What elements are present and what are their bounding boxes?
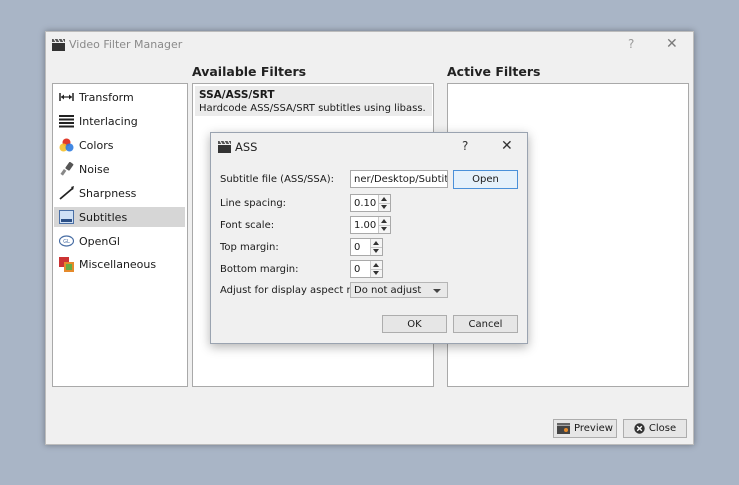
sidebar-item-sharpness[interactable]: Sharpness: [54, 183, 185, 203]
preview-icon: [557, 423, 571, 434]
bottom-margin-value: 0: [354, 263, 361, 275]
subtitle-file-input[interactable]: ner/Desktop/Subtitle.srt: [350, 170, 448, 188]
ass-dialog: ASS ? ✕ Subtitle file (ASS/SSA): ner/Des…: [210, 132, 528, 344]
svg-text:GL: GL: [63, 239, 70, 245]
aspect-ratio-value: Do not adjust: [354, 284, 422, 296]
filter-description: Hardcode ASS/SSA/SRT subtitles using lib…: [199, 103, 426, 114]
opengl-icon: GL: [59, 234, 74, 248]
sidebar-item-subtitles[interactable]: Subtitles: [54, 207, 185, 227]
font-scale-spinbox[interactable]: 1.00: [350, 216, 391, 234]
dialog-title: ASS: [235, 140, 258, 154]
open-button[interactable]: Open: [453, 170, 518, 189]
spin-arrows[interactable]: [370, 239, 382, 255]
help-button[interactable]: ?: [628, 37, 634, 51]
subtitle-file-label: Subtitle file (ASS/SSA):: [220, 174, 334, 185]
sidebar-item-colors[interactable]: Colors: [54, 135, 185, 155]
sidebar-item-transform[interactable]: Transform: [54, 87, 185, 107]
top-margin-value: 0: [354, 241, 361, 253]
line-spacing-spinbox[interactable]: 0.10: [350, 194, 391, 212]
sidebar-item-interlacing[interactable]: Interlacing: [54, 111, 185, 131]
transform-icon: [59, 90, 74, 104]
subtitles-icon: [59, 210, 74, 224]
font-scale-value: 1.00: [354, 219, 377, 231]
close-button[interactable]: Close: [623, 419, 687, 438]
close-label: Close: [648, 423, 677, 434]
sidebar-item-label: Transform: [79, 90, 134, 104]
sidebar-item-label: Sharpness: [79, 186, 137, 200]
preview-button[interactable]: Preview: [553, 419, 617, 438]
sidebar-item-label: Colors: [79, 138, 114, 152]
chevron-down-icon: [433, 289, 441, 293]
dialog-help-button[interactable]: ?: [462, 139, 468, 153]
sidebar-item-label: Interlacing: [79, 114, 138, 128]
bottom-margin-spinbox[interactable]: 0: [350, 260, 383, 278]
sidebar-item-label: Noise: [79, 162, 110, 176]
line-spacing-label: Line spacing:: [220, 198, 287, 209]
miscellaneous-icon: [59, 256, 74, 272]
line-spacing-value: 0.10: [354, 197, 377, 209]
top-margin-label: Top margin:: [220, 242, 279, 253]
sidebar-item-label: Miscellaneous: [79, 257, 157, 271]
spin-arrows[interactable]: [370, 261, 382, 277]
font-scale-label: Font scale:: [220, 220, 275, 231]
colors-icon: [59, 138, 74, 152]
filter-name: SSA/ASS/SRT: [199, 89, 275, 101]
sidebar-item-label: Subtitles: [79, 210, 128, 224]
spin-arrows[interactable]: [378, 217, 390, 233]
ok-button[interactable]: OK: [382, 315, 447, 333]
sidebar-item-noise[interactable]: Noise: [54, 159, 185, 179]
preview-label: Preview: [574, 423, 613, 434]
dialog-close-button[interactable]: ✕: [501, 138, 513, 154]
window-close-button[interactable]: ✕: [666, 36, 678, 52]
close-circle-icon: [634, 423, 645, 434]
available-filters-heading: Available Filters: [192, 64, 307, 79]
active-filters-heading: Active Filters: [447, 64, 541, 79]
sharpness-icon: [59, 186, 74, 200]
cancel-button[interactable]: Cancel: [453, 315, 518, 333]
spin-arrows[interactable]: [378, 195, 390, 211]
sidebar-item-miscellaneous[interactable]: Miscellaneous: [54, 254, 185, 274]
aspect-ratio-select[interactable]: Do not adjust: [350, 282, 448, 298]
window-title: Video Filter Manager: [69, 38, 183, 51]
interlacing-icon: [59, 114, 74, 128]
noise-icon: [59, 162, 74, 176]
top-margin-spinbox[interactable]: 0: [350, 238, 383, 256]
clapperboard-icon: [52, 39, 65, 51]
bottom-margin-label: Bottom margin:: [220, 264, 299, 275]
sidebar-item-opengl[interactable]: GL OpenGl: [54, 231, 185, 251]
sidebar-item-label: OpenGl: [79, 234, 120, 248]
category-list: Transform Interlacing Colors Noise Sharp…: [52, 83, 188, 387]
filter-item-ssa-ass-srt[interactable]: SSA/ASS/SRT Hardcode ASS/SSA/SRT subtitl…: [195, 86, 432, 116]
clapperboard-icon: [218, 141, 231, 153]
